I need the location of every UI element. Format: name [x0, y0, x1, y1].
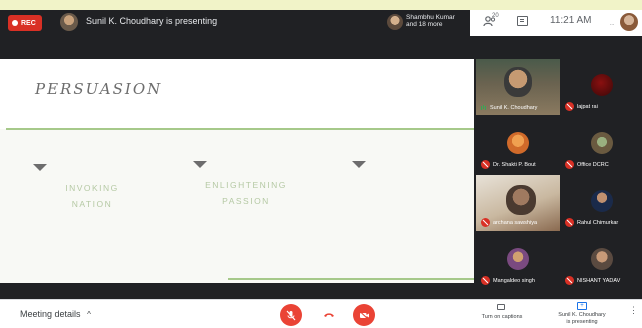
present-status-name: Sunil K. Choudhary — [558, 312, 606, 318]
participant-name-row: Dr. Shakti P. Bout — [481, 160, 536, 169]
slide-item-1: INVOKING NATION — [52, 183, 132, 209]
participant-name-row: NISHANT YADAV — [565, 276, 620, 285]
participant-name-row: Mangaldeo singh — [481, 276, 535, 285]
record-dot-icon — [12, 20, 18, 26]
presenter-avatar — [60, 13, 78, 31]
hang-up-button[interactable] — [318, 304, 340, 326]
present-status[interactable]: Sunil K. Choudhary is presenting — [552, 312, 612, 325]
presenting-text: Sunil K. Choudhary is presenting — [86, 16, 218, 26]
participant-name-row: Sunil K. Choudhary — [481, 105, 537, 111]
participant-avatar — [507, 248, 529, 270]
participant-name-row: Rahul Chimurkar — [565, 218, 618, 227]
participant-summary-name: Shambhu Kumar — [406, 14, 455, 21]
bullet-triangle-icon — [352, 161, 366, 168]
participant-name: Sunil K. Choudhary — [490, 105, 538, 111]
slide-divider-top — [6, 128, 474, 130]
participant-name: NISHANT YADAV — [577, 277, 621, 284]
participant-name: Mangaldeo singh — [493, 277, 535, 284]
camera-button[interactable] — [353, 304, 375, 326]
mic-off-icon — [565, 102, 574, 111]
participant-tile[interactable]: Office DCRC — [560, 117, 642, 173]
chat-icon[interactable] — [517, 16, 528, 26]
participant-avatar — [591, 74, 613, 96]
participant-summary[interactable]: Shambhu Kumar and 18 more — [406, 14, 455, 28]
participant-tile[interactable]: NISHANT YADAV — [560, 233, 642, 289]
participant-grid: Sunil K. Choudhary lajpat rai Dr. Shakti… — [474, 59, 642, 289]
people-count: 20 — [492, 13, 499, 19]
participant-avatar — [387, 14, 403, 30]
participant-name: Office DCRC — [577, 161, 609, 168]
participant-name-row: archana sawshiya — [481, 218, 537, 227]
participant-name-row: Office DCRC — [565, 160, 609, 169]
recording-badge: REC — [8, 15, 42, 31]
bullet-triangle-icon — [33, 164, 47, 171]
meeting-details-button[interactable]: Meeting details ^ — [20, 309, 91, 319]
camera-off-icon — [359, 310, 369, 320]
chevron-up-icon: ^ — [87, 310, 91, 319]
microphone-button[interactable] — [280, 304, 302, 326]
self-avatar[interactable] — [620, 13, 638, 31]
participant-video — [504, 67, 532, 97]
participant-summary-more: and 18 more — [406, 21, 443, 28]
mic-off-icon — [286, 310, 296, 320]
slide-divider-bottom — [228, 278, 474, 280]
bottom-bar: Meeting details ^ Turn on captions + Sun… — [0, 299, 642, 328]
top-strip — [0, 0, 642, 10]
speaking-icon — [481, 105, 487, 111]
participant-name: archana sawshiya — [493, 219, 538, 226]
participant-video — [506, 185, 536, 215]
clock: 11:21 AM — [550, 15, 592, 26]
captions-button-label[interactable]: Turn on captions — [474, 314, 530, 321]
mic-off-icon — [481, 276, 490, 285]
mic-off-icon — [481, 160, 490, 169]
bottom-divider — [0, 299, 642, 300]
participant-tile[interactable]: archana sawshiya — [476, 175, 560, 231]
participant-tile[interactable]: lajpat rai — [560, 59, 642, 115]
meeting-details-label: Meeting details — [20, 309, 81, 319]
hang-up-icon — [324, 313, 334, 317]
slide-item-1-line2: NATION — [71, 199, 113, 209]
presentation-slide: PERSUASION INVOKING NATION ENLIGHTENING … — [0, 59, 474, 283]
mic-off-icon — [565, 276, 574, 285]
bullet-triangle-icon — [193, 161, 207, 168]
participant-name: Dr. Shakti P. Bout — [493, 161, 536, 168]
slide-item-2-line1: ENLIGHTENING — [205, 180, 287, 190]
present-status-text: is presenting — [566, 318, 598, 325]
participant-avatar — [591, 248, 613, 270]
participant-avatar — [591, 132, 613, 154]
recording-label: REC — [21, 19, 36, 27]
mic-off-icon — [565, 218, 574, 227]
participant-name-row: lajpat rai — [565, 102, 598, 111]
slide-item-1-line1: INVOKING — [65, 183, 119, 193]
captions-icon[interactable] — [497, 304, 505, 310]
top-bar: REC Sunil K. Choudhary is presenting Sha… — [0, 0, 642, 40]
participant-name: Rahul Chimurkar — [577, 219, 619, 226]
present-screen-icon[interactable]: + — [577, 302, 587, 310]
top-right-panel: 20 11:21 AM ... — [470, 10, 642, 36]
slide-title: PERSUASION — [35, 80, 163, 98]
participant-tile[interactable]: Mangaldeo singh — [476, 233, 560, 289]
participant-name: lajpat rai — [577, 103, 598, 110]
slide-item-2-line2: PASSION — [222, 196, 270, 206]
participant-tile[interactable]: Dr. Shakti P. Bout — [476, 117, 560, 173]
participant-avatar — [507, 132, 529, 154]
participant-avatar — [591, 190, 613, 212]
participant-tile[interactable]: Sunil K. Choudhary — [476, 59, 560, 115]
participant-tile[interactable]: Rahul Chimurkar — [560, 175, 642, 231]
slide-item-2: ENLIGHTENING PASSION — [196, 180, 296, 206]
more-options-icon[interactable]: ⋮ — [629, 306, 638, 319]
self-indicator: ... — [610, 21, 615, 27]
mic-off-icon — [565, 160, 574, 169]
mic-off-icon — [481, 218, 490, 227]
